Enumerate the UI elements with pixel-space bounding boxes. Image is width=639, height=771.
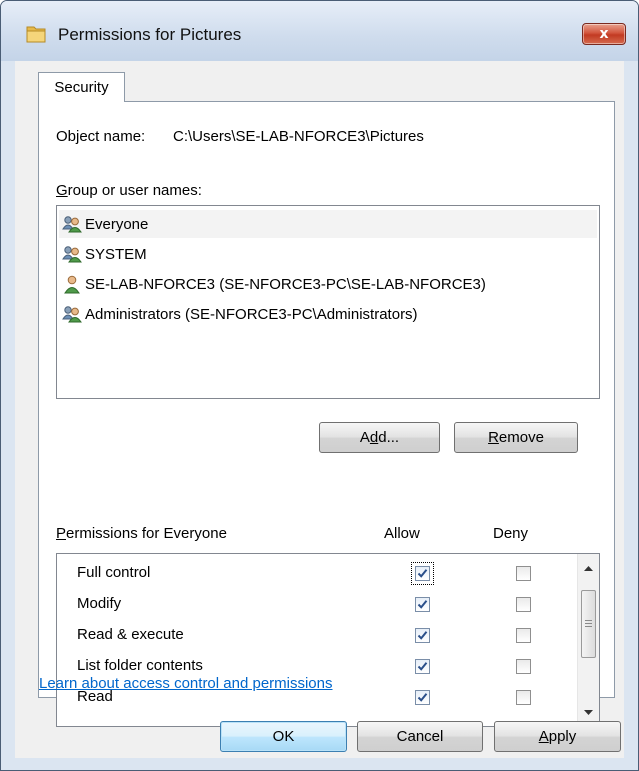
list-item-label: Administrators (SE-NFORCE3-PC\Administra… <box>85 305 418 323</box>
user-icon <box>64 275 80 294</box>
object-name-label: Object name: <box>56 128 146 145</box>
group-icon <box>62 246 82 263</box>
title-bar[interactable]: Permissions for Pictures x <box>1 1 638 61</box>
checkmark-icon <box>417 693 428 702</box>
list-item[interactable]: Everyone <box>59 210 597 238</box>
remove-button[interactable]: Remove <box>454 422 578 453</box>
ok-button[interactable]: OK <box>220 721 347 752</box>
allow-checkbox[interactable] <box>415 628 430 643</box>
list-item-label: SYSTEM <box>85 245 147 263</box>
folder-icon <box>26 26 46 43</box>
permissions-for-label: Permissions for Everyone <box>56 525 227 542</box>
focus-indicator <box>411 562 434 585</box>
deny-checkbox[interactable] <box>516 628 531 643</box>
scroll-thumb[interactable] <box>581 590 596 658</box>
dialog-client-area: Security Object name: C:\Users\SE-LAB-NF… <box>15 61 624 758</box>
apply-button[interactable]: Apply <box>494 721 621 752</box>
close-icon: x <box>599 26 609 42</box>
group-user-listbox[interactable]: Everyone SYSTEM SE-LAB-NFORCE3 (SE-NFORCE3… <box>56 205 600 399</box>
add-button-label: Add... <box>359 429 400 446</box>
deny-checkbox[interactable] <box>516 659 531 674</box>
list-item[interactable]: Administrators (SE-NFORCE3-PC\Administra… <box>59 300 597 328</box>
checkmark-icon <box>417 662 428 671</box>
checkmark-icon <box>417 600 428 609</box>
group-or-user-names-label: Group or user names: <box>56 182 202 199</box>
list-item-label: Everyone <box>85 215 149 233</box>
deny-column-header: Deny <box>493 525 529 542</box>
remove-button-label: Remove <box>488 429 544 446</box>
cancel-button[interactable]: Cancel <box>357 721 483 752</box>
deny-checkbox[interactable] <box>516 690 531 705</box>
allow-checkbox[interactable] <box>415 690 430 705</box>
group-icon <box>62 216 82 233</box>
list-item[interactable]: SYSTEM <box>59 240 597 268</box>
permissions-scrollbar[interactable] <box>577 554 599 726</box>
permission-name: Modify <box>77 595 122 612</box>
group-icon <box>62 306 82 323</box>
list-item-label: SE-LAB-NFORCE3 (SE-NFORCE3-PC\SE-LAB-NFO… <box>85 275 486 293</box>
permission-row: Full control <box>57 558 577 589</box>
window-title: Permissions for Pictures <box>58 25 242 44</box>
allow-checkbox[interactable] <box>415 597 430 612</box>
apply-button-label: Apply <box>538 728 577 745</box>
close-button[interactable]: x <box>582 23 626 45</box>
permission-name: List folder contents <box>77 657 203 674</box>
permission-row: Read & execute <box>57 620 577 651</box>
allow-checkbox[interactable] <box>415 659 430 674</box>
permission-row: Modify <box>57 589 577 620</box>
learn-more-link[interactable]: Learn about access control and permissio… <box>39 675 333 692</box>
checkmark-icon <box>417 631 428 640</box>
permission-name: Full control <box>77 564 151 581</box>
deny-checkbox[interactable] <box>516 597 531 612</box>
permissions-list[interactable]: Full control Modify Read & execute List fol… <box>56 553 600 727</box>
permissions-dialog: Permissions for Pictures x Security Obje… <box>0 0 639 771</box>
permission-name: Read & execute <box>77 626 184 643</box>
security-tab-panel: Object name: C:\Users\SE-LAB-NFORCE3\Pic… <box>38 101 615 727</box>
tab-security[interactable]: Security <box>38 72 125 102</box>
scroll-up-icon[interactable] <box>578 558 599 578</box>
deny-checkbox[interactable] <box>516 566 531 581</box>
object-name-value: C:\Users\SE-LAB-NFORCE3\Pictures <box>173 128 424 145</box>
scroll-down-icon[interactable] <box>578 702 599 722</box>
allow-column-header: Allow <box>384 525 420 542</box>
list-item[interactable]: SE-LAB-NFORCE3 (SE-NFORCE3-PC\SE-LAB-NFO… <box>59 270 597 298</box>
add-button[interactable]: Add... <box>319 422 440 453</box>
